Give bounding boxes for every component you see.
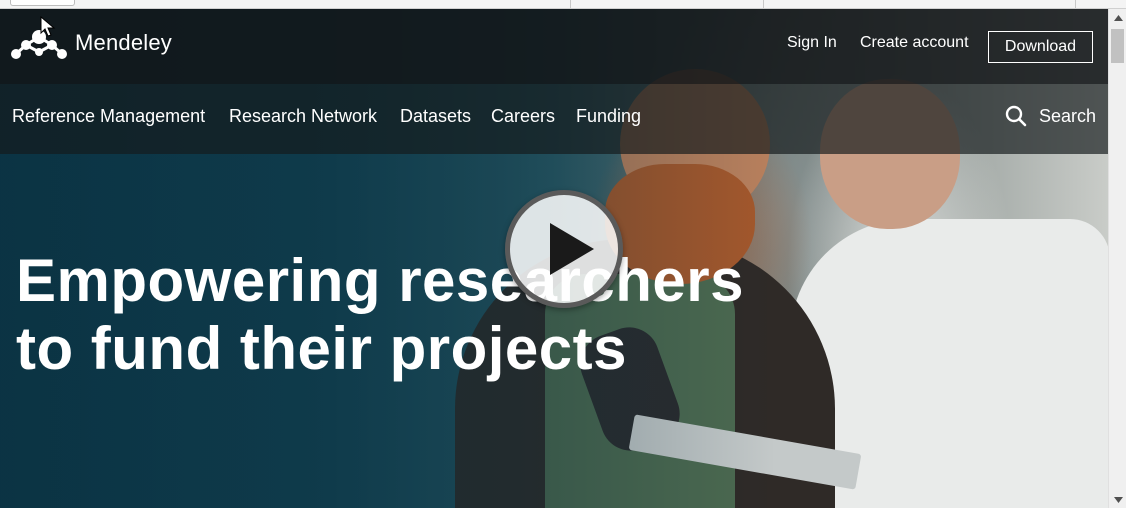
browser-divider <box>1075 0 1076 8</box>
create-account-link[interactable]: Create account <box>860 34 969 52</box>
scroll-thumb[interactable] <box>1111 29 1124 63</box>
sign-in-link[interactable]: Sign In <box>787 34 837 52</box>
search-button[interactable]: Search <box>1005 105 1096 127</box>
browser-divider <box>570 0 571 8</box>
browser-tab-edge <box>10 0 75 6</box>
download-button[interactable]: Download <box>988 31 1093 63</box>
video-play-button[interactable] <box>505 190 623 308</box>
search-icon <box>1005 105 1027 127</box>
browser-top-strip <box>0 0 1126 9</box>
scroll-down-button[interactable] <box>1109 491 1126 508</box>
nav-item-reference-management[interactable]: Reference Management <box>12 106 205 127</box>
nav-item-research-network[interactable]: Research Network <box>229 106 377 127</box>
site-header: Mendeley Sign In Create account Download <box>0 9 1108 84</box>
chevron-up-icon <box>1113 14 1123 21</box>
scroll-up-button[interactable] <box>1109 9 1126 26</box>
main-nav: Reference Management Research Network Da… <box>0 84 1108 154</box>
nav-item-funding[interactable]: Funding <box>576 106 641 127</box>
browser-divider <box>763 0 764 8</box>
chevron-down-icon <box>1113 496 1123 503</box>
brand-logo[interactable]: Mendeley <box>11 25 172 61</box>
nav-item-careers[interactable]: Careers <box>491 106 555 127</box>
mouse-cursor-icon <box>40 15 56 38</box>
hero-heading-line: to fund their projects <box>16 315 627 382</box>
nav-item-datasets[interactable]: Datasets <box>400 106 471 127</box>
hero-heading-line: Empowering researchers <box>16 247 744 314</box>
brand-name: Mendeley <box>75 30 172 55</box>
hero-heading: Empowering researchers to fund their pro… <box>16 247 776 383</box>
vertical-scrollbar[interactable] <box>1108 9 1126 508</box>
page-viewport: Mendeley Sign In Create account Download… <box>0 9 1108 508</box>
search-label: Search <box>1039 105 1097 126</box>
play-icon <box>550 223 594 275</box>
mendeley-logo-icon <box>11 25 67 61</box>
